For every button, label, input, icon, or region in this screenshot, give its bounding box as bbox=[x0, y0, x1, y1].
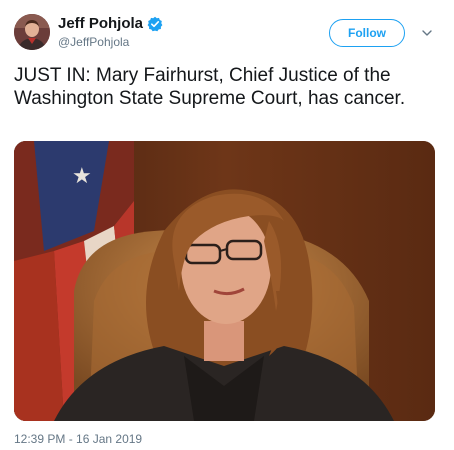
avatar[interactable] bbox=[14, 14, 50, 50]
tweet-text: JUST IN: Mary Fairhurst, Chief Justice o… bbox=[14, 65, 406, 109]
chevron-down-icon[interactable] bbox=[420, 26, 434, 40]
tweet-photo[interactable]: ★ bbox=[14, 141, 435, 421]
verified-badge-icon bbox=[147, 16, 163, 32]
tweet-timestamp[interactable]: 12:39 PM - 16 Jan 2019 bbox=[14, 432, 142, 446]
handle[interactable]: @JeffPohjola bbox=[58, 35, 129, 49]
follow-button[interactable]: Follow bbox=[329, 19, 405, 47]
display-name[interactable]: Jeff Pohjola bbox=[58, 15, 143, 33]
svg-text:★: ★ bbox=[72, 164, 92, 189]
author-name-row: Jeff Pohjola bbox=[58, 15, 163, 33]
tweet-card: Jeff Pohjola @JeffPohjola Follow JUST IN… bbox=[0, 0, 454, 450]
